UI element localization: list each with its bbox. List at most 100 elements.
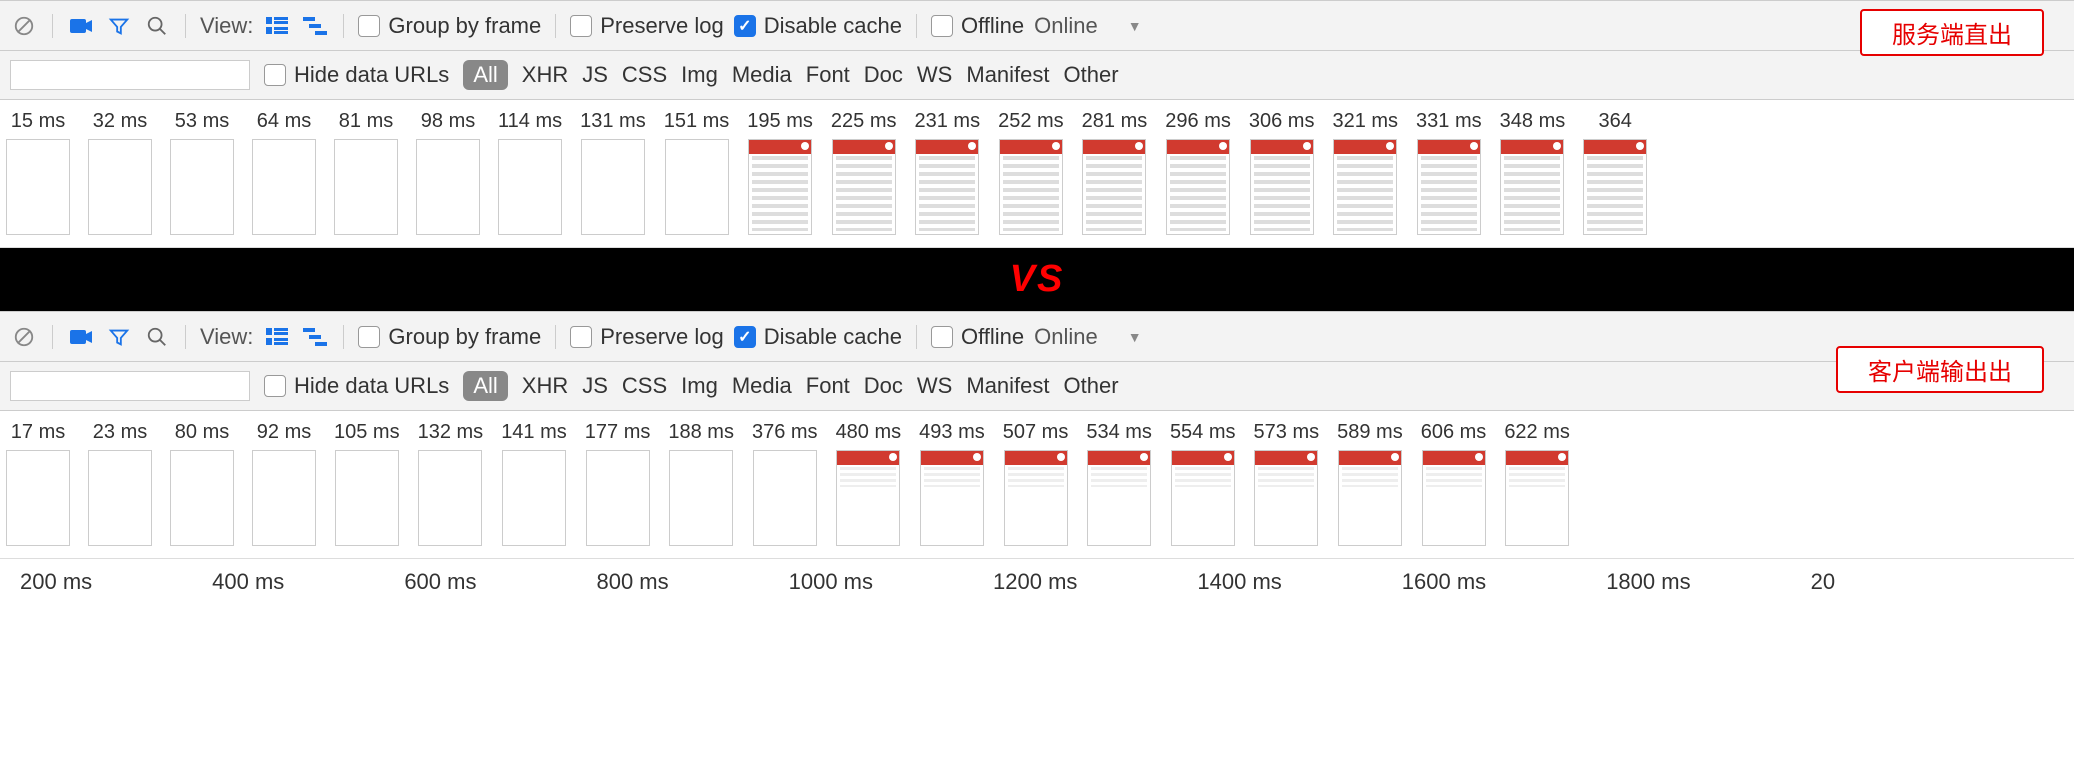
filter-icon[interactable] xyxy=(105,12,133,40)
filmstrip-frame[interactable]: 188 ms xyxy=(668,421,734,546)
filmstrip-frame[interactable]: 92 ms xyxy=(252,421,316,546)
hide-data-urls-checkbox[interactable]: Hide data URLs xyxy=(264,62,449,88)
filter-doc[interactable]: Doc xyxy=(864,62,903,88)
filmstrip-frame[interactable]: 17 ms xyxy=(6,421,70,546)
filter-ws[interactable]: WS xyxy=(917,62,952,88)
camera-icon[interactable] xyxy=(67,323,95,351)
checkbox-icon xyxy=(931,15,953,37)
filter-other[interactable]: Other xyxy=(1064,373,1119,399)
filmstrip-frame[interactable]: 23 ms xyxy=(88,421,152,546)
checkbox-icon xyxy=(931,326,953,348)
large-rows-icon[interactable] xyxy=(263,12,291,40)
waterfall-icon[interactable] xyxy=(301,323,329,351)
filmstrip-frame[interactable]: 195 ms xyxy=(747,110,813,235)
group-by-frame-checkbox[interactable]: Group by frame xyxy=(358,324,541,350)
filter-ws[interactable]: WS xyxy=(917,373,952,399)
offline-checkbox[interactable]: Offline xyxy=(931,324,1024,350)
filter-doc[interactable]: Doc xyxy=(864,373,903,399)
filmstrip-frame[interactable]: 534 ms xyxy=(1086,421,1152,546)
filmstrip-frame[interactable]: 64 ms xyxy=(252,110,316,235)
filter-js[interactable]: JS xyxy=(582,373,608,399)
filmstrip-frame[interactable]: 331 ms xyxy=(1416,110,1482,235)
filmstrip-frame[interactable]: 177 ms xyxy=(585,421,651,546)
toolbar-top: View: Group by frame Preserve log Disabl… xyxy=(0,1,2074,51)
overview-ruler: 200 ms400 ms600 ms800 ms1000 ms1200 ms14… xyxy=(0,559,2074,605)
filmstrip-frame[interactable]: 321 ms xyxy=(1332,110,1398,235)
separator xyxy=(916,325,917,349)
filter-media[interactable]: Media xyxy=(732,373,792,399)
large-rows-icon[interactable] xyxy=(263,323,291,351)
search-icon[interactable] xyxy=(143,323,171,351)
search-icon[interactable] xyxy=(143,12,171,40)
stop-record-icon[interactable] xyxy=(10,323,38,351)
filmstrip-frame[interactable]: 231 ms xyxy=(914,110,980,235)
filmstrip-frame[interactable]: 281 ms xyxy=(1082,110,1148,235)
filmstrip-frame[interactable]: 98 ms xyxy=(416,110,480,235)
filmstrip-frame[interactable]: 151 ms xyxy=(664,110,730,235)
filter-img[interactable]: Img xyxy=(681,62,718,88)
filter-input[interactable] xyxy=(10,371,250,401)
filter-manifest[interactable]: Manifest xyxy=(966,62,1049,88)
offline-checkbox[interactable]: Offline xyxy=(931,13,1024,39)
filmstrip-frame[interactable]: 573 ms xyxy=(1254,421,1320,546)
disable-cache-checkbox[interactable]: Disable cache xyxy=(734,324,902,350)
frame-time-label: 589 ms xyxy=(1337,421,1403,444)
filter-media[interactable]: Media xyxy=(732,62,792,88)
filter-input[interactable] xyxy=(10,60,250,90)
throttling-select[interactable]: Online ▼ xyxy=(1034,324,1141,350)
filmstrip-frame[interactable]: 364 xyxy=(1583,110,1647,235)
filter-css[interactable]: CSS xyxy=(622,62,667,88)
filmstrip-frame[interactable]: 606 ms xyxy=(1421,421,1487,546)
separator xyxy=(343,325,344,349)
filmstrip-frame[interactable]: 81 ms xyxy=(334,110,398,235)
filmstrip-frame[interactable]: 141 ms xyxy=(501,421,567,546)
filmstrip-frame[interactable]: 225 ms xyxy=(831,110,897,235)
stop-record-icon[interactable] xyxy=(10,12,38,40)
frame-time-label: 177 ms xyxy=(585,421,651,444)
filter-xhr[interactable]: XHR xyxy=(522,373,568,399)
filter-all[interactable]: All xyxy=(463,371,507,401)
filmstrip-frame[interactable]: 131 ms xyxy=(580,110,646,235)
disable-cache-checkbox[interactable]: Disable cache xyxy=(734,13,902,39)
filter-icon[interactable] xyxy=(105,323,133,351)
filmstrip-frame[interactable]: 348 ms xyxy=(1500,110,1566,235)
filmstrip-frame[interactable]: 376 ms xyxy=(752,421,818,546)
filter-js[interactable]: JS xyxy=(582,62,608,88)
waterfall-icon[interactable] xyxy=(301,12,329,40)
preserve-log-checkbox[interactable]: Preserve log xyxy=(570,324,724,350)
hide-data-urls-checkbox[interactable]: Hide data URLs xyxy=(264,373,449,399)
checkbox-icon xyxy=(358,326,380,348)
filmstrip-frame[interactable]: 105 ms xyxy=(334,421,400,546)
filmstrip-frame[interactable]: 132 ms xyxy=(418,421,484,546)
filter-manifest[interactable]: Manifest xyxy=(966,373,1049,399)
filter-css[interactable]: CSS xyxy=(622,373,667,399)
filmstrip-frame[interactable]: 480 ms xyxy=(836,421,902,546)
filmstrip-frame[interactable]: 32 ms xyxy=(88,110,152,235)
preserve-log-checkbox[interactable]: Preserve log xyxy=(570,13,724,39)
filmstrip-frame[interactable]: 622 ms xyxy=(1504,421,1570,546)
group-by-frame-checkbox[interactable]: Group by frame xyxy=(358,13,541,39)
filmstrip-frame[interactable]: 306 ms xyxy=(1249,110,1315,235)
filter-all[interactable]: All xyxy=(463,60,507,90)
camera-icon[interactable] xyxy=(67,12,95,40)
filmstrip-frame[interactable]: 252 ms xyxy=(998,110,1064,235)
ruler-tick: 1600 ms xyxy=(1402,569,1486,595)
filmstrip-frame[interactable]: 589 ms xyxy=(1337,421,1403,546)
filmstrip-frame[interactable]: 493 ms xyxy=(919,421,985,546)
filter-img[interactable]: Img xyxy=(681,373,718,399)
filter-other[interactable]: Other xyxy=(1064,62,1119,88)
filmstrip-frame[interactable]: 80 ms xyxy=(170,421,234,546)
filter-font[interactable]: Font xyxy=(806,373,850,399)
filmstrip-frame[interactable]: 15 ms xyxy=(6,110,70,235)
filter-bar-bottom: Hide data URLs All XHR JS CSS Img Media … xyxy=(0,362,2074,410)
filter-xhr[interactable]: XHR xyxy=(522,62,568,88)
ruler-tick: 200 ms xyxy=(20,569,92,595)
filmstrip-frame[interactable]: 114 ms xyxy=(498,110,562,235)
filmstrip-frame[interactable]: 554 ms xyxy=(1170,421,1236,546)
filter-font[interactable]: Font xyxy=(806,62,850,88)
frame-thumbnail xyxy=(586,450,650,546)
filmstrip-frame[interactable]: 296 ms xyxy=(1165,110,1231,235)
filmstrip-frame[interactable]: 507 ms xyxy=(1003,421,1069,546)
throttling-select[interactable]: Online ▼ xyxy=(1034,13,1141,39)
filmstrip-frame[interactable]: 53 ms xyxy=(170,110,234,235)
